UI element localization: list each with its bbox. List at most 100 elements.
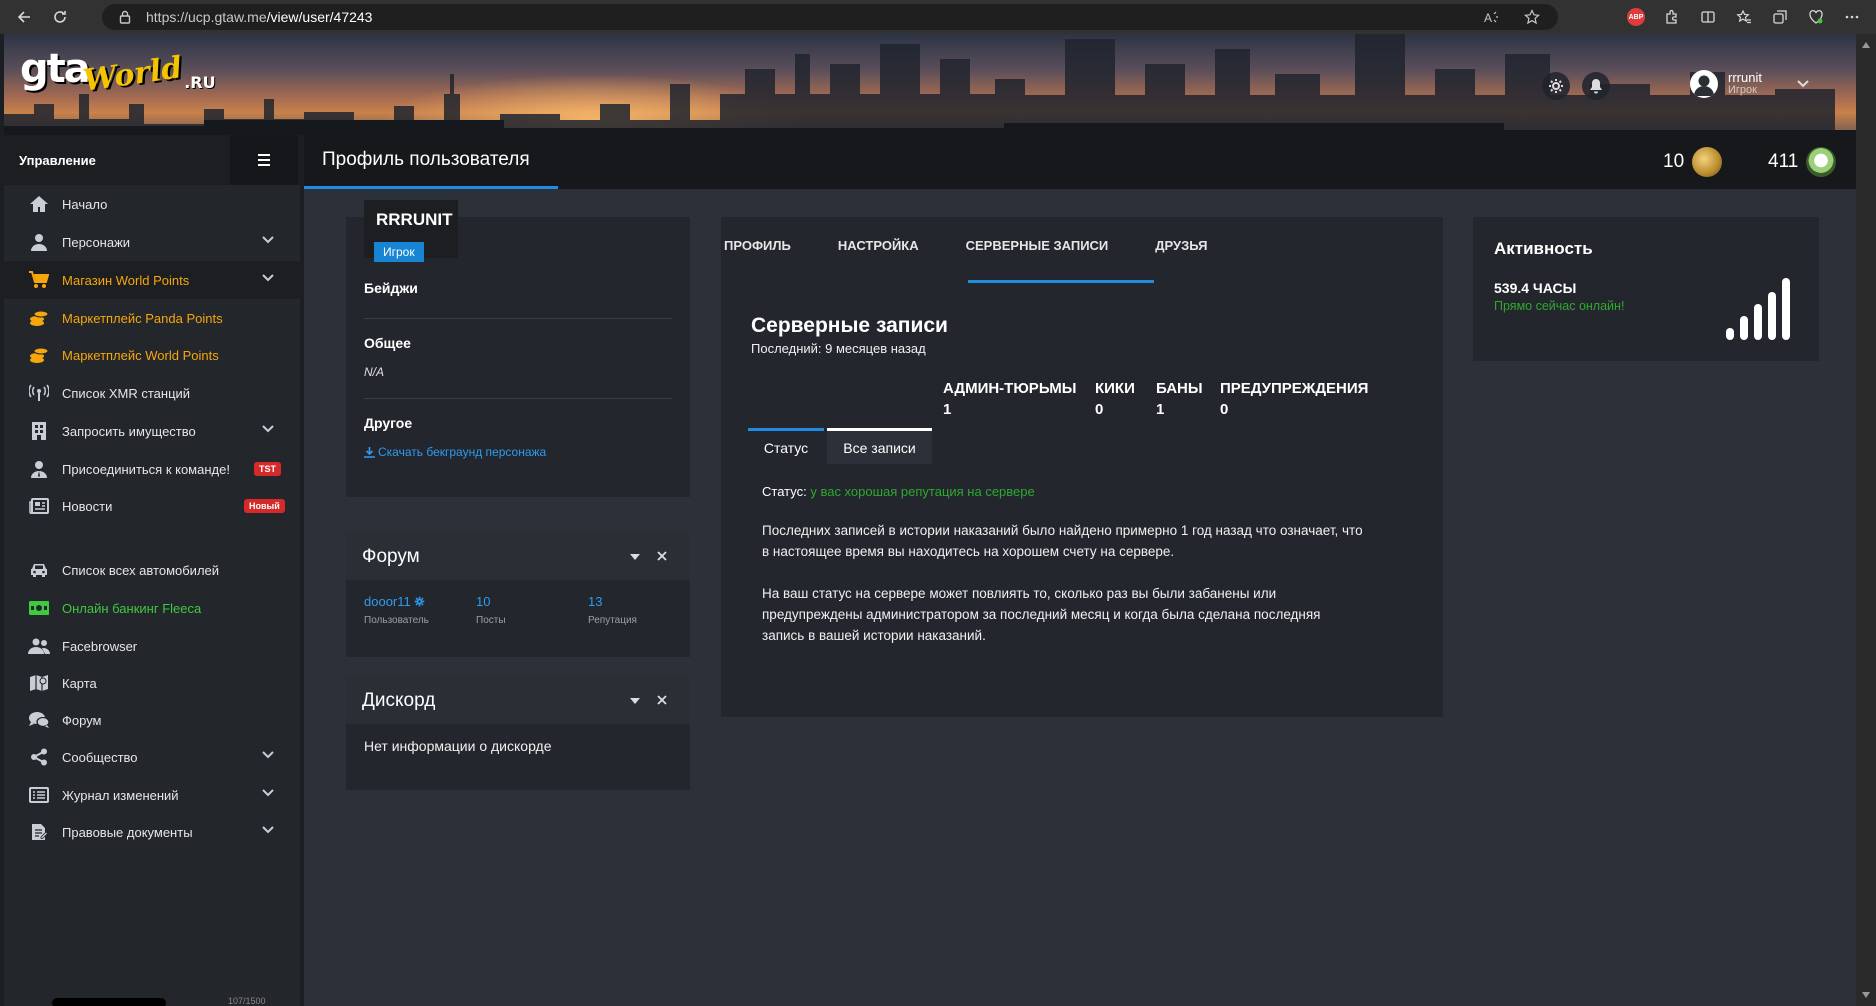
chevron-down-icon[interactable] [262, 425, 274, 433]
page-title: Профиль пользователя [322, 149, 530, 170]
settings-gear-icon[interactable] [1542, 72, 1570, 100]
tab-profile[interactable]: ПРОФИЛЬ [724, 238, 791, 253]
scroll-up-icon[interactable] [1862, 42, 1870, 48]
sidebar-item-changelog[interactable]: Журнал изменений [4, 776, 300, 814]
notifications-bell-icon[interactable] [1582, 72, 1610, 100]
forum-posts-value[interactable]: 10 [476, 594, 490, 609]
more-icon[interactable] [1834, 0, 1870, 34]
discord-panel-header: Дискорд [346, 676, 690, 724]
cart-icon [28, 269, 50, 291]
sidebar-item-world-points-marketplace[interactable]: Маркетплейс World Points [4, 336, 300, 374]
profile-username: RRRUNIT [376, 210, 453, 229]
tab-friends[interactable]: ДРУЗЬЯ [1155, 238, 1207, 253]
newspaper-icon [28, 495, 50, 517]
tab-settings[interactable]: НАСТРОЙКА [838, 238, 919, 253]
chevron-down-icon[interactable] [262, 826, 274, 834]
chevron-down-icon[interactable] [1796, 79, 1810, 89]
chevron-down-icon[interactable] [262, 274, 274, 282]
forum-posts-label: Посты [476, 615, 506, 626]
collections-icon[interactable] [1762, 0, 1798, 34]
sidebar-item-facebrowser[interactable]: Facebrowser [4, 627, 300, 665]
favorite-star-icon[interactable] [1524, 9, 1540, 25]
city-skyline-image [4, 34, 1856, 135]
document-icon [28, 821, 50, 843]
profile-tabs: ПРОФИЛЬ НАСТРОЙКА СЕРВЕРНЫЕ ЗАПИСИ ДРУЗЬ… [724, 238, 1254, 253]
address-bar[interactable]: https://ucp.gtaw.me/view/user/47243 A [102, 4, 1558, 30]
header-username: rrrunit [1728, 70, 1762, 85]
panda-badge-icon [1806, 147, 1837, 177]
download-background-link[interactable]: Скачать бекграунд персонажа [364, 445, 546, 459]
collapse-caret-icon[interactable] [630, 698, 640, 704]
download-icon [364, 446, 375, 458]
discord-info-text: Нет информации о дискорде [364, 738, 552, 754]
badge-new: Новый [244, 499, 285, 513]
extensions-icon[interactable] [1654, 0, 1690, 34]
sidebar-item-community[interactable]: Сообщество [4, 738, 300, 776]
collapse-caret-icon[interactable] [630, 554, 640, 560]
sidebar-item-map[interactable]: Карта [4, 664, 300, 702]
scrollbar[interactable] [1856, 34, 1876, 1006]
browser-toolbar: https://ucp.gtaw.me/view/user/47243 A AB… [0, 0, 1876, 34]
forum-reputation-value[interactable]: 13 [588, 594, 602, 609]
scroll-down-icon[interactable] [1862, 992, 1870, 998]
sidebar-item-characters[interactable]: Персонажи [4, 223, 300, 261]
gta-world-logo[interactable]: gta World .RU [20, 46, 216, 99]
avatar [1690, 70, 1718, 98]
header-user-role: Игрок [1728, 84, 1757, 96]
url-text: https://ucp.gtaw.me/view/user/47243 [146, 9, 373, 25]
refresh-icon[interactable] [42, 0, 78, 34]
stat-admin-jails: АДМИН-ТЮРЬМЫ 1 [943, 380, 1077, 418]
header-banner: gta World .RU rrrunit Игрок [4, 34, 1856, 135]
user-menu[interactable]: rrrunit Игрок [1690, 70, 1810, 98]
tab-server-records[interactable]: СЕРВЕРНЫЕ ЗАПИСИ [966, 238, 1109, 253]
role-badge: Игрок [374, 242, 424, 262]
sidebar-item-fleeca-banking[interactable]: Онлайн банкинг Fleeca [4, 589, 300, 627]
chevron-down-icon[interactable] [262, 789, 274, 797]
chevron-down-icon[interactable] [262, 236, 274, 244]
broadcast-icon [28, 382, 50, 404]
adblock-icon[interactable]: ABP [1618, 0, 1654, 34]
sidebar-item-request-property[interactable]: Запросить имущество [4, 412, 300, 450]
sidebar-item-world-points-shop[interactable]: Магазин World Points [4, 261, 300, 299]
svg-text:A: A [1484, 11, 1492, 24]
sidebar-item-join-team[interactable]: Присоединиться к команде! TST [4, 450, 300, 488]
records-last: Последний: 9 месяцев назад [751, 341, 926, 356]
users-icon [28, 635, 50, 657]
sidebar-item-news[interactable]: Новости Новый [4, 487, 300, 525]
sidebar-item-vehicles-list[interactable]: Список всех автомобилей [4, 551, 300, 589]
activity-online-status: Прямо сейчас онлайн! [1494, 299, 1625, 313]
sidebar-item-xmr-stations[interactable]: Список XMR станций [4, 374, 300, 412]
forum-reputation-label: Репутация [588, 615, 637, 626]
read-aloud-icon[interactable]: A [1484, 10, 1500, 24]
subtab-status[interactable]: Статус [748, 428, 824, 464]
sidebar-footer-progress: 107/1500 [16, 996, 286, 1006]
building-icon [28, 420, 50, 442]
divider [364, 318, 672, 319]
forum-user-link[interactable]: dooor11 [364, 594, 425, 609]
sidebar-item-panda-marketplace[interactable]: Маркетплейс Panda Points [4, 299, 300, 337]
sidebar-item-forum[interactable]: Форум [4, 701, 300, 739]
close-icon[interactable] [657, 551, 667, 561]
hamburger-menu-icon[interactable] [230, 135, 298, 185]
activity-hours: 539.4 ЧАСЫ [1494, 280, 1577, 296]
discord-panel-title: Дискорд [362, 690, 436, 711]
general-heading: Общее [364, 335, 411, 351]
health-icon[interactable] [1798, 0, 1834, 34]
car-icon [28, 559, 50, 581]
sidebar-item-home[interactable]: Начало [4, 185, 300, 223]
back-icon[interactable] [6, 0, 42, 34]
badge-tst: TST [254, 462, 281, 476]
signal-bars-icon [1726, 278, 1796, 340]
home-icon [28, 193, 50, 215]
badges-heading: Бейджи [364, 280, 418, 296]
split-screen-icon[interactable] [1690, 0, 1726, 34]
share-icon [28, 746, 50, 768]
sidebar-item-legal-documents[interactable]: Правовые документы [4, 813, 300, 851]
chevron-down-icon[interactable] [262, 751, 274, 759]
favorites-icon[interactable] [1726, 0, 1762, 34]
comments-icon [28, 709, 50, 731]
subtab-all-records[interactable]: Все записи [827, 428, 932, 464]
status-value: у вас хорошая репутация на сервере [810, 484, 1035, 499]
coins-icon [28, 307, 50, 329]
close-icon[interactable] [657, 695, 667, 705]
